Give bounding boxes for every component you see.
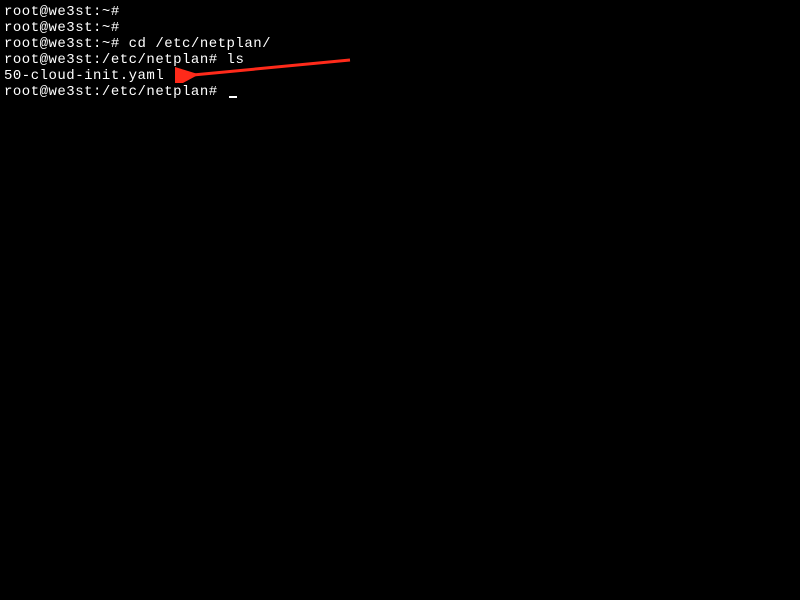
terminal-line: root@we3st:/etc/netplan# ls	[4, 52, 796, 68]
prompt: root@we3st:/etc/netplan#	[4, 52, 218, 68]
command-text: cd /etc/netplan/	[120, 36, 271, 52]
terminal-line: root@we3st:~# cd /etc/netplan/	[4, 36, 796, 52]
cursor-icon	[229, 96, 237, 98]
prompt: root@we3st:~#	[4, 36, 120, 52]
command-input[interactable]	[218, 84, 227, 100]
file-listing: 50-cloud-init.yaml	[4, 68, 164, 84]
terminal-current-line[interactable]: root@we3st:/etc/netplan#	[4, 84, 796, 100]
prompt: root@we3st:~#	[4, 20, 120, 36]
prompt: root@we3st:~#	[4, 4, 120, 20]
command-text: ls	[218, 52, 245, 68]
prompt: root@we3st:/etc/netplan#	[4, 84, 218, 100]
terminal-line: root@we3st:~#	[4, 20, 796, 36]
terminal-line: root@we3st:~#	[4, 4, 796, 20]
terminal-output-line: 50-cloud-init.yaml	[4, 68, 796, 84]
